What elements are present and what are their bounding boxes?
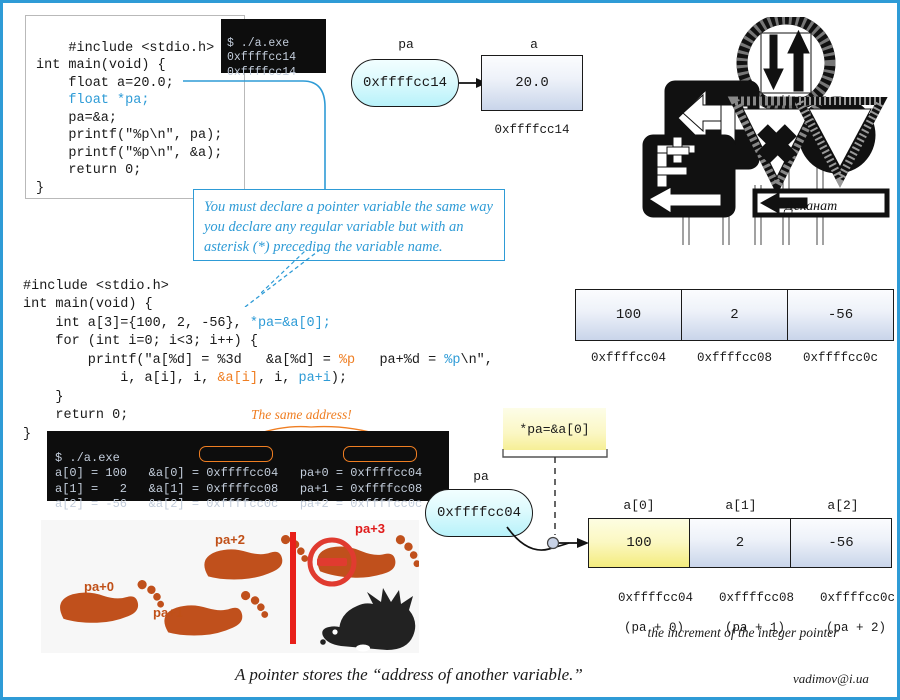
code-line: float a=20.0;: [36, 75, 174, 91]
terminal-line: 0xffffcc14: [227, 51, 297, 64]
direction-sign-text: Деканат: [783, 199, 837, 214]
code-line: for (int i=0; i<3; i++) {: [23, 334, 258, 349]
code-line: int a[3]={100, 2, -56},: [23, 315, 250, 331]
code-token-pointer-decl: *pa=&a[0];: [249, 315, 331, 331]
increment-caption: the increment of the integer pointer: [647, 625, 839, 640]
code-line: i, a[i], i,: [23, 371, 218, 386]
array-bottom-index-label: a[0]: [623, 498, 655, 513]
address-text: 0xffffcc0c: [820, 591, 896, 605]
code2-callout-connector: [261, 251, 306, 293]
code-token-addr: &a[i]: [217, 371, 258, 386]
array-top-cell: 2: [681, 289, 788, 341]
road-signs-illustration: Деканат: [642, 17, 890, 245]
footstep-label-pa2: pa+2: [215, 532, 245, 547]
terminal-highlight-addr-2: [343, 446, 417, 462]
terminal-line: a[0] = 100 &a[0] = 0xffffcc04 pa+0 = 0xf…: [55, 466, 423, 480]
code-line: #include <stdio.h>: [23, 278, 169, 294]
callout-connector-line: [183, 80, 326, 203]
slide-canvas: #include <stdio.h> int main(void) { floa…: [0, 0, 900, 700]
pointer-init-note: *pa=&a[0]: [503, 408, 606, 450]
code-line: }: [23, 426, 32, 442]
array-bottom-cell: 100: [588, 518, 690, 568]
array-bottom-cell: -56: [790, 518, 892, 568]
code-line: return 0;: [36, 163, 142, 178]
diagram1-variable-cell: 20.0: [481, 55, 583, 111]
diagram1-pointer-pill: 0xffffcc14: [351, 59, 459, 107]
terminal-line: a[1] = 2 &a[1] = 0xffffcc08 pa+1 = 0xfff…: [55, 481, 423, 496]
code-line: );: [330, 371, 348, 386]
terminal-line: $ ./a.exe: [55, 450, 120, 465]
array-top-cell: -56: [787, 289, 894, 341]
array-top-cell: 100: [575, 289, 682, 341]
address-text: 0xffffcc04: [618, 591, 694, 605]
code-line: int main(void) {: [23, 297, 153, 312]
diagram1-variable-label: a: [530, 37, 538, 52]
address-text: 0xffffcc08: [719, 591, 795, 605]
array-top-address: 0xffffcc08: [696, 351, 772, 365]
code-line: }: [23, 389, 64, 405]
code-line: , i,: [257, 371, 299, 386]
code-token-fmt1: %p: [338, 352, 356, 368]
footstep-label-pa3: pa+3: [355, 521, 385, 536]
footer-quote: A pointer stores the “address of another…: [235, 665, 583, 684]
diagram2-pointer-arrow: [506, 526, 589, 551]
diagram1-variable-address: 0xffffcc14: [494, 123, 570, 137]
terminal-highlight-addr-1: [199, 446, 273, 462]
code-line-highlight: float *pa;: [36, 93, 150, 108]
code-token-ptr-offset: pa+i: [298, 371, 331, 386]
example2-terminal: $ ./a.exe a[0] = 100 &a[0] = 0xffffcc04 …: [47, 431, 449, 511]
author-email: vadimov@i.ua: [793, 671, 869, 686]
array-bottom-cell: 2: [689, 518, 791, 568]
code-line: int main(void) {: [36, 58, 166, 73]
array-top-address: 0xffffcc0c: [802, 351, 878, 365]
array-bottom-index-label: a[1]: [725, 498, 757, 513]
code-token-fmt2: %p: [444, 352, 461, 368]
code-line: #include <stdio.h>: [68, 40, 215, 56]
footstep-label-pa0: pa+0: [84, 579, 114, 594]
code-line: pa=&a;: [36, 110, 118, 126]
footstep-label-pa1: pa+1: [153, 605, 183, 620]
terminal-line: $ ./a.exe: [227, 36, 290, 50]
array-bottom-index-label: a[2]: [827, 498, 859, 513]
code-line: }: [36, 180, 45, 196]
terminal-line: a[2] = -56 &a[2] = 0xffffcc0c pa+2 = 0xf…: [55, 497, 423, 511]
array-top-address: 0xffffcc04: [590, 351, 666, 365]
diagram1-pointer-label: pa: [398, 37, 414, 52]
code-line: return 0;: [23, 408, 129, 423]
code-line: pa+%d =: [355, 352, 445, 368]
example1-terminal: $ ./a.exe 0xffffcc14 0xffffcc14: [221, 19, 326, 79]
red-barrier-bar: [290, 532, 296, 644]
code-line: \n",: [460, 352, 493, 368]
diagram2-pointer-label: pa: [473, 469, 489, 484]
code-line: printf("a[%d] = %3d &a[%d] =: [23, 352, 339, 368]
